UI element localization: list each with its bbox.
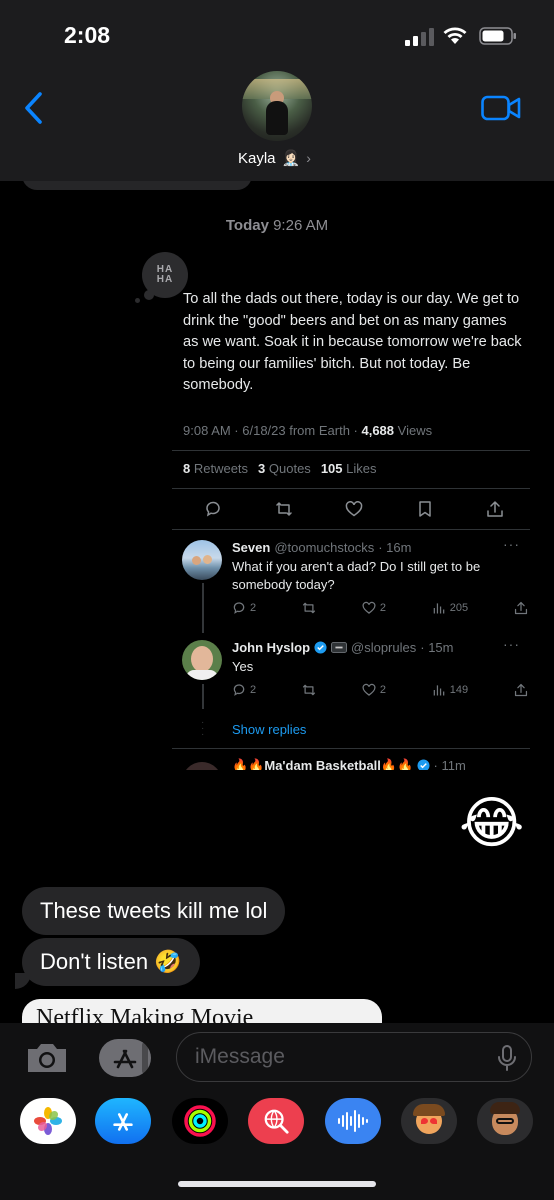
reply-icon (233, 684, 245, 696)
retweet-icon (302, 684, 316, 696)
avatar (182, 762, 222, 770)
share-icon (487, 501, 503, 517)
bookmark-icon (418, 501, 431, 517)
divider (172, 450, 530, 451)
imessage-input[interactable]: iMessage (176, 1032, 532, 1082)
photos-icon[interactable] (20, 1098, 76, 1144)
tweet-meta: 9:08 AM · 6/18/23 from Earth · 4,688 Vie… (183, 423, 433, 438)
battery-icon (479, 27, 516, 45)
back-chevron-icon[interactable] (20, 90, 50, 126)
chevron-right-icon: › (306, 150, 311, 166)
video-camera-icon[interactable] (481, 95, 521, 121)
cellular-signal-icon (405, 28, 434, 46)
avatar (182, 640, 222, 680)
audio-message-icon[interactable] (325, 1098, 381, 1144)
memoji-icon[interactable] (477, 1098, 533, 1144)
tweet-reply[interactable]: Seven @toomuchstocks · 16m ··· What if y… (182, 536, 530, 620)
share-icon (514, 683, 528, 697)
reply-text: Yes (232, 659, 254, 674)
timestamp-day: Today (225, 217, 269, 234)
memoji-stickers-icon[interactable] (401, 1098, 457, 1144)
verified-badge-icon (417, 759, 430, 770)
divider (172, 748, 530, 749)
reply-handle: @toomuchstocks (274, 540, 375, 555)
reply-text: What if you aren't a dad? Do I still get… (232, 559, 481, 592)
avatar (182, 540, 222, 580)
share-icon (514, 601, 528, 615)
tweet-reply[interactable]: John Hyslop @sloprules · 15m ··· Yes 2 2… (182, 636, 530, 710)
verified-badge-icon (314, 641, 327, 654)
views-icon (433, 685, 445, 696)
tweet-screenshot[interactable]: To all the dads out there, today is our … (172, 280, 530, 770)
microphone-icon[interactable] (497, 1045, 517, 1071)
tweet-reply-partial: 🔥🔥Ma'dam Basketball🔥🔥 · 11m (232, 758, 466, 770)
activity-icon[interactable] (172, 1098, 228, 1144)
affiliate-badge-icon (331, 642, 348, 653)
tweet-text: To all the dads out there, today is our … (183, 291, 522, 393)
reply-time: · 16m (378, 540, 412, 555)
show-replies-link[interactable]: Show replies (232, 722, 306, 737)
reply-author: John Hyslop (232, 640, 311, 655)
app-store-icon[interactable] (95, 1098, 151, 1144)
divider (172, 529, 530, 530)
message-timestamp: Today 9:26 AM (0, 217, 554, 234)
like-icon (345, 501, 363, 517)
camera-icon[interactable] (24, 1040, 70, 1076)
contact-name: Kayla (238, 149, 276, 167)
conversation-header: 2:08 Kayla 👩🏻‍⚕️ › (0, 0, 554, 181)
wifi-icon (443, 27, 467, 44)
tweet-stats: 8 Retweets 3 Quotes 105 Likes (183, 461, 377, 476)
app-store-icon[interactable] (98, 1038, 152, 1078)
contact-avatar[interactable] (242, 71, 312, 141)
reply-author: Seven (232, 540, 271, 555)
like-icon (362, 683, 376, 696)
retweet-icon (302, 602, 316, 614)
more-icon: ··· (503, 636, 520, 652)
tweet-actions (204, 499, 504, 519)
contact-emoji: 👩🏻‍⚕️ (281, 150, 301, 167)
message-bubble[interactable]: These tweets kill me lol (22, 887, 286, 935)
reply-icon (233, 602, 245, 614)
tweet-views-count: 4,688 (361, 423, 395, 438)
views-icon (433, 603, 445, 614)
status-time: 2:08 (64, 22, 111, 48)
web-search-icon[interactable] (248, 1098, 304, 1144)
reply-handle: @sloprules (351, 640, 417, 655)
reply-icon (206, 501, 220, 517)
home-indicator[interactable] (178, 1181, 376, 1187)
more-icon: ··· (503, 536, 520, 552)
like-icon (362, 601, 376, 614)
laughing-emoji-message[interactable]: 😂 (459, 790, 524, 856)
message-composer: iMessage (0, 1023, 554, 1093)
timestamp-time: 9:26 AM (273, 217, 329, 234)
message-bubble[interactable]: Don't listen 🤣 (22, 938, 200, 986)
reply-time: · 15m (420, 640, 454, 655)
contact-name-button[interactable]: Kayla 👩🏻‍⚕️ › (238, 149, 311, 168)
bubble-tail (15, 973, 31, 989)
divider (172, 488, 530, 489)
imessage-placeholder: iMessage (195, 1045, 285, 1068)
retweet-icon (275, 502, 292, 516)
